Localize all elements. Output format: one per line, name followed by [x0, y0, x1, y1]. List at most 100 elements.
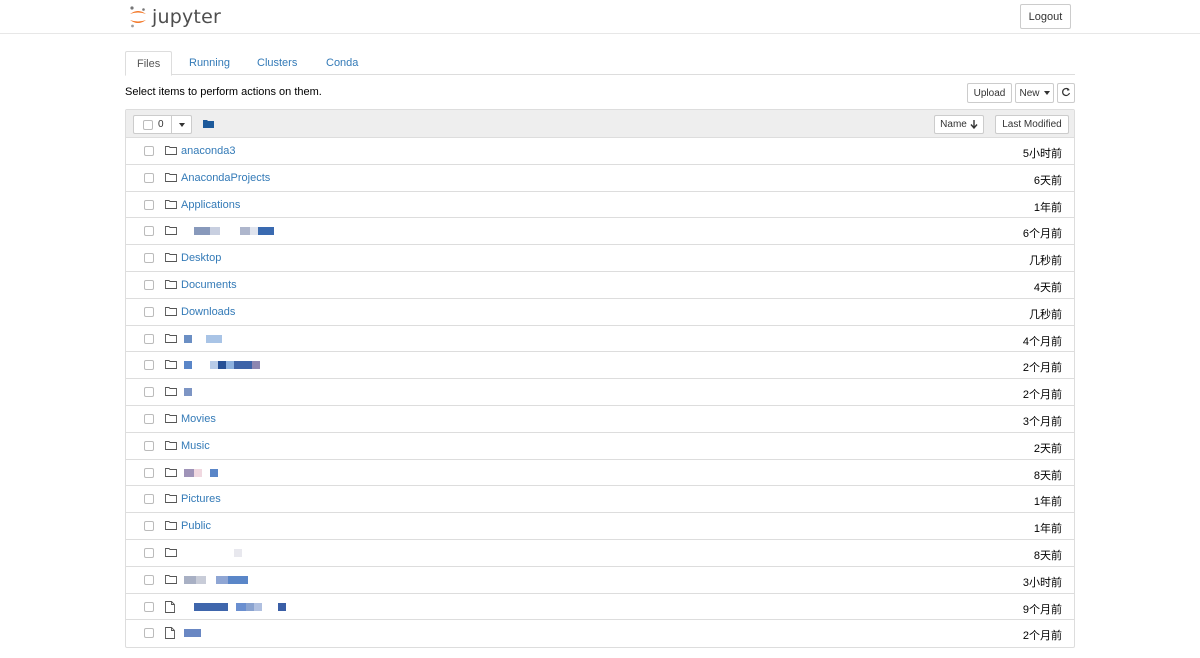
list-item[interactable]: 9个月前: [126, 594, 1074, 621]
list-item[interactable]: Movies 3个月前: [126, 406, 1074, 433]
item-checkbox[interactable]: [144, 306, 154, 317]
item-checkbox[interactable]: [144, 440, 154, 451]
item-name-link[interactable]: Downloads: [181, 306, 235, 318]
item-checkbox[interactable]: [144, 146, 154, 156]
item-checkbox[interactable]: [144, 387, 154, 398]
list-item[interactable]: 4个月前: [126, 326, 1074, 353]
tab-clusters[interactable]: Clusters: [246, 51, 308, 75]
folder-outline-icon: [165, 574, 177, 587]
item-last-modified: 4天前: [1033, 281, 1062, 294]
obscured-item-name[interactable]: [184, 575, 248, 584]
item-checkbox[interactable]: [144, 172, 154, 183]
arrow-down-icon: [970, 120, 978, 129]
item-name-link[interactable]: anaconda3: [181, 145, 235, 157]
sort-name-label: Name: [940, 119, 967, 130]
obscured-item-name[interactable]: [184, 602, 286, 611]
item-last-modified: 几秒前: [1029, 308, 1062, 321]
item-name-link[interactable]: Public: [181, 520, 211, 532]
item-checkbox[interactable]: [144, 601, 154, 612]
new-button-label: New: [1019, 87, 1040, 99]
sort-by-name-button[interactable]: Name: [934, 115, 984, 134]
selected-count: 0: [158, 119, 164, 130]
item-checkbox[interactable]: [144, 574, 154, 585]
obscured-item-name[interactable]: [184, 227, 274, 236]
item-last-modified: 6天前: [1033, 174, 1062, 187]
item-last-modified: 8天前: [1033, 549, 1062, 562]
upload-button[interactable]: Upload: [967, 83, 1012, 103]
list-item[interactable]: Documents 4天前: [126, 272, 1074, 299]
list-item[interactable]: Pictures 1年前: [126, 486, 1074, 514]
list-item[interactable]: 8天前: [126, 460, 1074, 487]
item-checkbox[interactable]: [144, 360, 154, 371]
item-name-link[interactable]: AnacondaProjects: [181, 172, 270, 184]
list-header: 0 Name Last Modified: [126, 110, 1074, 138]
logout-button[interactable]: Logout: [1020, 4, 1071, 29]
jupyter-logo-icon: [128, 5, 148, 29]
item-checkbox[interactable]: [144, 547, 154, 558]
item-checkbox[interactable]: [144, 253, 154, 264]
refresh-button[interactable]: [1057, 83, 1075, 103]
item-last-modified: 5小时前: [1022, 148, 1062, 160]
chevron-down-icon: [178, 122, 185, 127]
list-item[interactable]: 3小时前: [126, 567, 1074, 594]
item-name-link[interactable]: Music: [181, 440, 210, 452]
select-all-checkbox[interactable]: [143, 119, 153, 130]
item-checkbox[interactable]: [144, 628, 154, 639]
obscured-item-name[interactable]: [184, 334, 222, 343]
folder-outline-icon: [165, 386, 177, 399]
folder-outline-icon: [165, 172, 177, 185]
list-item[interactable]: 8天前: [126, 540, 1074, 567]
list-item[interactable]: Desktop 几秒前: [126, 245, 1074, 272]
item-last-modified: 6个月前: [1022, 228, 1062, 241]
tab-files[interactable]: Files: [125, 51, 173, 76]
item-checkbox[interactable]: [144, 494, 154, 505]
refresh-icon: [1061, 87, 1071, 100]
list-item[interactable]: 2个月前: [126, 379, 1074, 406]
sort-by-last-modified-button[interactable]: Last Modified: [995, 115, 1069, 134]
item-last-modified: 8天前: [1033, 469, 1062, 482]
item-name-link[interactable]: Desktop: [181, 252, 221, 264]
app-name: jupyter: [152, 6, 221, 28]
list-item[interactable]: Downloads 几秒前: [126, 299, 1074, 326]
folder-icon[interactable]: [203, 119, 215, 132]
item-checkbox[interactable]: [144, 333, 154, 344]
tab-conda[interactable]: Conda: [315, 51, 369, 75]
item-checkbox[interactable]: [144, 226, 154, 237]
item-name-link[interactable]: Movies: [181, 413, 216, 425]
item-checkbox[interactable]: [144, 279, 154, 290]
item-checkbox[interactable]: [144, 413, 154, 424]
new-button[interactable]: New: [1015, 83, 1054, 103]
obscured-item-name[interactable]: [184, 629, 201, 638]
folder-outline-icon: [165, 225, 177, 238]
item-last-modified: 4个月前: [1022, 335, 1062, 348]
list-item[interactable]: Music 2天前: [126, 433, 1074, 460]
tab-bar: Files Running Clusters Conda: [125, 51, 1075, 76]
item-last-modified: 1年前: [1033, 523, 1062, 536]
list-item[interactable]: Public 1年前: [126, 513, 1074, 540]
item-last-modified: 2天前: [1033, 442, 1062, 455]
list-item[interactable]: 6个月前: [126, 218, 1074, 246]
list-item[interactable]: Applications 1年前: [126, 192, 1074, 219]
list-item[interactable]: anaconda3 5小时前: [126, 138, 1074, 165]
obscured-item-name[interactable]: [184, 548, 242, 557]
top-header: jupyter Logout: [0, 0, 1200, 34]
file-list: 0 Name Last Modified anaconda3 5小时前 Anacon…: [125, 109, 1075, 649]
item-name-link[interactable]: Applications: [181, 199, 240, 211]
list-item[interactable]: 2个月前: [126, 620, 1074, 647]
jupyter-logo[interactable]: jupyter: [128, 4, 221, 30]
obscured-item-name[interactable]: [184, 388, 192, 397]
item-name-link[interactable]: Documents: [181, 279, 237, 291]
item-checkbox[interactable]: [144, 467, 154, 478]
list-item[interactable]: 2个月前: [126, 352, 1074, 380]
select-dropdown-button[interactable]: [171, 116, 191, 133]
obscured-item-name[interactable]: [184, 468, 218, 477]
item-name-link[interactable]: Pictures: [181, 493, 221, 505]
item-checkbox[interactable]: [144, 199, 154, 210]
tab-running[interactable]: Running: [178, 51, 241, 75]
folder-outline-icon: [165, 333, 177, 346]
item-checkbox[interactable]: [144, 521, 154, 532]
select-all-group[interactable]: 0: [133, 115, 192, 134]
obscured-item-name[interactable]: [184, 361, 260, 370]
list-item[interactable]: AnacondaProjects 6天前: [126, 165, 1074, 192]
folder-outline-icon: [165, 145, 177, 158]
